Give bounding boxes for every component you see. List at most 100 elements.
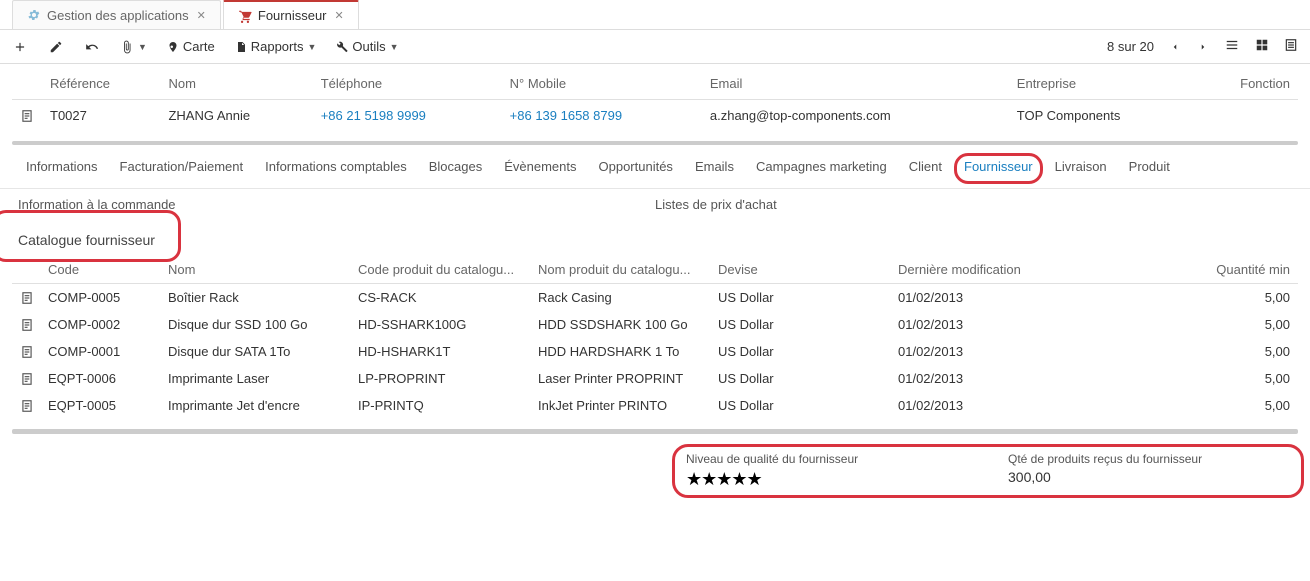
cell-mobile[interactable]: +86 139 1658 8799: [510, 108, 622, 123]
close-icon[interactable]: ✕: [335, 9, 344, 22]
col-modified[interactable]: Dernière modification: [890, 256, 1140, 284]
tools-menu[interactable]: Outils ▼: [336, 39, 398, 54]
document-icon[interactable]: [20, 345, 32, 359]
subtab-emails[interactable]: Emails: [695, 159, 734, 178]
detail-view-icon[interactable]: [1284, 38, 1298, 55]
subtab-delivery[interactable]: Livraison: [1055, 159, 1107, 178]
reports-menu[interactable]: Rapports ▼: [235, 39, 317, 54]
toolbar-right: 8 sur 20: [1107, 38, 1298, 55]
cell-modified: 01/02/2013: [890, 338, 1140, 365]
cell-name: Imprimante Laser: [160, 365, 350, 392]
qty-received-value: 300,00: [1008, 469, 1290, 485]
document-icon[interactable]: [20, 399, 32, 413]
col-mobile[interactable]: N° Mobile: [502, 68, 702, 100]
quality-stars: ★★★★★: [686, 469, 968, 490]
edit-icon[interactable]: [48, 39, 64, 55]
cell-currency: US Dollar: [710, 311, 890, 338]
subtab-accounting[interactable]: Informations comptables: [265, 159, 407, 178]
cell-pcode: LP-PROPRINT: [350, 365, 530, 392]
catalog-row[interactable]: COMP-0002Disque dur SSD 100 GoHD-SSHARK1…: [12, 311, 1298, 338]
cell-pcode: HD-SSHARK100G: [350, 311, 530, 338]
cell-phone[interactable]: +86 21 5198 9999: [321, 108, 426, 123]
cell-pname: HDD SSDSHARK 100 Go: [530, 311, 710, 338]
cell-name: Disque dur SATA 1To: [160, 338, 350, 365]
undo-icon[interactable]: [84, 39, 100, 55]
col-code[interactable]: Code: [40, 256, 160, 284]
cell-code: EQPT-0006: [40, 365, 160, 392]
cell-modified: 01/02/2013: [890, 365, 1140, 392]
cell-name: Disque dur SSD 100 Go: [160, 311, 350, 338]
toolbar: ▼ Carte Rapports ▼ Outils ▼ 8 sur 20: [0, 30, 1310, 64]
col-product-code[interactable]: Code produit du catalogu...: [350, 256, 530, 284]
price-lists-label: Listes de prix d'achat: [655, 197, 1292, 212]
document-icon[interactable]: [20, 109, 34, 123]
cell-reference: T0027: [42, 100, 160, 132]
catalog-row[interactable]: COMP-0005Boîtier RackCS-RACKRack CasingU…: [12, 284, 1298, 312]
cell-pcode: HD-HSHARK1T: [350, 338, 530, 365]
contact-row[interactable]: T0027 ZHANG Annie +86 21 5198 9999 +86 1…: [12, 100, 1298, 132]
subtab-product[interactable]: Produit: [1129, 159, 1170, 178]
subtab-supplier[interactable]: Fournisseur: [964, 159, 1033, 178]
col-phone[interactable]: Téléphone: [313, 68, 502, 100]
tab-label: Fournisseur: [258, 8, 327, 23]
catalog-row[interactable]: COMP-0001Disque dur SATA 1ToHD-HSHARK1TH…: [12, 338, 1298, 365]
cell-code: EQPT-0005: [40, 392, 160, 419]
cell-pname: InkJet Printer PRINTO: [530, 392, 710, 419]
chevron-down-icon: ▼: [138, 42, 147, 52]
cell-currency: US Dollar: [710, 392, 890, 419]
grid-view-icon[interactable]: [1254, 38, 1270, 55]
add-icon[interactable]: [12, 39, 28, 55]
document-icon[interactable]: [20, 318, 32, 332]
subtab-blocks[interactable]: Blocages: [429, 159, 482, 178]
tab-supplier[interactable]: Fournisseur ✕: [223, 0, 359, 29]
tab-label: Gestion des applications: [47, 8, 189, 23]
cell-pname: Rack Casing: [530, 284, 710, 312]
catalog-table: Code Nom Code produit du catalogu... Nom…: [12, 256, 1298, 419]
col-function[interactable]: Fonction: [1195, 68, 1298, 100]
quality-label: Niveau de qualité du fournisseur: [686, 452, 968, 466]
cell-function: [1195, 100, 1298, 132]
col-email[interactable]: Email: [702, 68, 1009, 100]
subtab-informations[interactable]: Informations: [26, 159, 98, 178]
subtab-events[interactable]: Évènements: [504, 159, 576, 178]
tab-app-management[interactable]: Gestion des applications ✕: [12, 0, 221, 29]
catalog-row[interactable]: EQPT-0006Imprimante LaserLP-PROPRINTLase…: [12, 365, 1298, 392]
catalog-row[interactable]: EQPT-0005Imprimante Jet d'encreIP-PRINTQ…: [12, 392, 1298, 419]
col-currency[interactable]: Devise: [710, 256, 890, 284]
close-icon[interactable]: ✕: [197, 9, 206, 22]
pagination-text: 8 sur 20: [1107, 39, 1154, 54]
list-view-icon[interactable]: [1224, 38, 1240, 55]
card-button[interactable]: Carte: [167, 39, 215, 54]
subtab-client[interactable]: Client: [909, 159, 942, 178]
subtab-opportunities[interactable]: Opportunités: [599, 159, 673, 178]
col-minqty[interactable]: Quantité min: [1140, 256, 1298, 284]
col-name[interactable]: Nom: [160, 256, 350, 284]
reports-label: Rapports: [251, 39, 304, 54]
col-reference[interactable]: Référence: [42, 68, 160, 100]
cell-currency: US Dollar: [710, 338, 890, 365]
subtab-billing[interactable]: Facturation/Paiement: [120, 159, 244, 178]
qty-received-label: Qté de produits reçus du fournisseur: [1008, 452, 1290, 466]
cell-modified: 01/02/2013: [890, 311, 1140, 338]
prev-icon[interactable]: [1168, 41, 1182, 53]
subtab-campaigns[interactable]: Campagnes marketing: [756, 159, 887, 178]
tools-label: Outils: [352, 39, 385, 54]
document-icon[interactable]: [20, 291, 32, 305]
info-row: Information à la commande Listes de prix…: [0, 189, 1310, 216]
document-icon[interactable]: [20, 372, 32, 386]
cell-name: Imprimante Jet d'encre: [160, 392, 350, 419]
cell-name: Boîtier Rack: [160, 284, 350, 312]
scrollbar[interactable]: [12, 429, 1298, 434]
chevron-down-icon: ▼: [390, 42, 399, 52]
cell-code: COMP-0005: [40, 284, 160, 312]
cell-pcode: CS-RACK: [350, 284, 530, 312]
attach-menu[interactable]: ▼: [120, 40, 147, 54]
cell-modified: 01/02/2013: [890, 392, 1140, 419]
col-product-name[interactable]: Nom produit du catalogu...: [530, 256, 710, 284]
top-tabs: Gestion des applications ✕ Fournisseur ✕: [0, 0, 1310, 30]
col-name[interactable]: Nom: [160, 68, 312, 100]
gear-icon: [27, 8, 41, 22]
cell-email: a.zhang@top-components.com: [702, 100, 1009, 132]
col-company[interactable]: Entreprise: [1009, 68, 1195, 100]
next-icon[interactable]: [1196, 41, 1210, 53]
